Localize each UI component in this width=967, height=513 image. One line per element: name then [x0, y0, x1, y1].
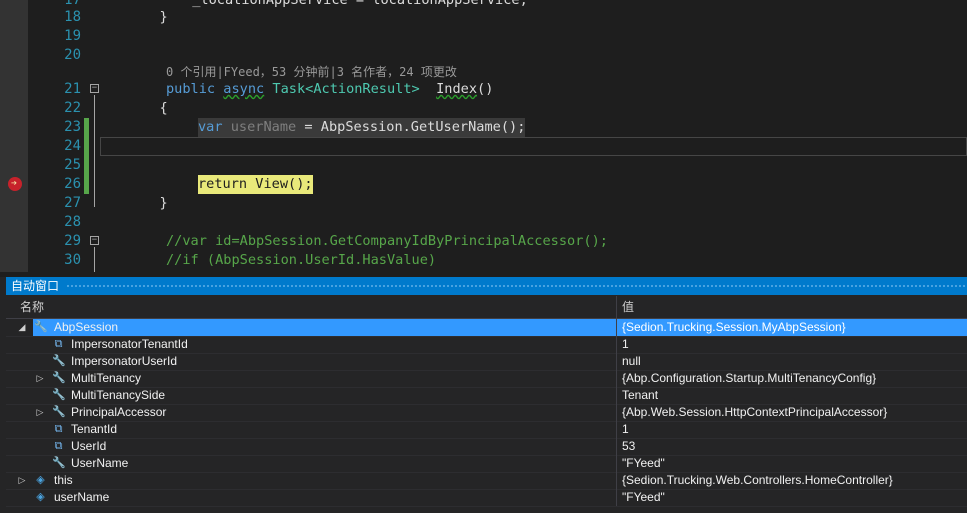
line-number: 29 [64, 233, 81, 249]
wrench-icon: 🔧 [52, 355, 66, 367]
line-number: 26 [64, 176, 81, 192]
current-line-highlight [100, 137, 967, 156]
line-number: 19 [64, 28, 81, 44]
wrench-icon: 🔧 [34, 321, 48, 333]
code-line[interactable]: } [94, 194, 167, 213]
property-icon: ⧉ [54, 423, 63, 435]
collapse-triangle-icon[interactable]: ◢ [17, 319, 27, 336]
variable-name: userName [54, 490, 110, 504]
variable-name: AbpSession [54, 320, 119, 334]
table-row[interactable]: 🔧 ImpersonatorUserId null [6, 353, 967, 371]
line-number: 30 [64, 252, 81, 268]
collapse-icon[interactable]: − [90, 84, 99, 93]
variable-value[interactable]: {Sedion.Trucking.Web.Controllers.HomeCon… [617, 472, 967, 489]
expand-triangle-icon[interactable]: ▷ [35, 370, 45, 387]
variable-value[interactable]: "FYeed" [617, 489, 967, 506]
local-variable-icon: ◈ [36, 491, 45, 503]
variable-value[interactable]: {Sedion.Trucking.Session.MyAbpSession} [617, 319, 967, 336]
column-header-name[interactable]: 名称 [20, 296, 44, 318]
table-row[interactable]: ◢ 🔧 AbpSession {Sedion.Trucking.Session.… [6, 319, 967, 337]
variable-value[interactable]: 1 [617, 336, 967, 353]
autos-column-header: 名称 值 [6, 296, 967, 319]
table-row[interactable]: 🔧 MultiTenancySide Tenant [6, 387, 967, 405]
wrench-icon: 🔧 [52, 372, 66, 384]
table-row[interactable]: ◈ userName "FYeed" [6, 489, 967, 507]
line-number: 24 [64, 138, 81, 154]
line-number: 28 [64, 214, 81, 230]
variable-value[interactable]: {Abp.Web.Session.HttpContextPrincipalAcc… [617, 404, 967, 421]
table-row[interactable]: ⧉ ImpersonatorTenantId 1 [6, 336, 967, 354]
autos-window[interactable]: 自动窗口 名称 值 ◢ 🔧 AbpSession {Sedion.Truckin… [0, 277, 967, 513]
column-divider[interactable] [616, 296, 617, 318]
expand-triangle-icon[interactable]: ▷ [17, 472, 27, 489]
line-number: 21 [64, 81, 81, 97]
variable-name: ImpersonatorUserId [71, 354, 178, 368]
variable-name: MultiTenancy [71, 371, 142, 385]
table-row[interactable]: ▷ 🔧 MultiTenancy {Abp.Configuration.Star… [6, 370, 967, 388]
variable-name: UserId [71, 439, 107, 453]
table-row[interactable]: ⧉ TenantId 1 [6, 421, 967, 439]
breakpoint-current-statement-icon[interactable]: ➔ [8, 177, 22, 191]
variable-name: UserName [71, 456, 129, 470]
autos-title: 自动窗口 [11, 279, 60, 293]
code-line[interactable]: var userName = AbpSession.GetUserName(); [198, 118, 526, 137]
variable-value[interactable]: 53 [617, 438, 967, 455]
variable-value[interactable]: Tenant [617, 387, 967, 404]
variable-name: MultiTenancySide [71, 388, 166, 402]
variable-name: PrincipalAccessor [71, 405, 167, 419]
wrench-icon: 🔧 [52, 389, 66, 401]
variable-value[interactable]: "FYeed" [617, 455, 967, 472]
variable-name: ImpersonatorTenantId [71, 337, 188, 351]
code-comment[interactable]: //if (AbpSession.UserId.HasValue) [166, 251, 436, 270]
table-row[interactable]: ▷ ◈ this {Sedion.Trucking.Web.Controller… [6, 472, 967, 490]
title-grip[interactable] [66, 284, 967, 289]
property-icon: ⧉ [54, 338, 63, 350]
code-editor[interactable]: 17 _locationAppService = locationAppServ… [0, 0, 967, 272]
column-header-value[interactable]: 值 [622, 296, 634, 318]
autos-title-bar[interactable]: 自动窗口 [6, 277, 967, 295]
line-number: 22 [64, 100, 81, 116]
line-number: 25 [64, 157, 81, 173]
wrench-icon: 🔧 [52, 406, 66, 418]
table-row[interactable]: 🔧 UserName "FYeed" [6, 455, 967, 473]
code-line[interactable]: } [94, 8, 167, 27]
property-icon: ⧉ [54, 440, 63, 452]
variable-value[interactable]: {Abp.Configuration.Startup.MultiTenancyC… [617, 370, 967, 387]
code-comment[interactable]: //var id=AbpSession.GetCompanyIdByPrinci… [166, 232, 608, 251]
table-row[interactable]: ⧉ UserId 53 [6, 438, 967, 456]
local-variable-icon: ◈ [36, 474, 45, 486]
code-line[interactable]: { [94, 99, 167, 118]
line-number: 18 [64, 9, 81, 25]
line-number: 27 [64, 195, 81, 211]
line-number: 23 [64, 119, 81, 135]
code-line[interactable]: public async Task<ActionResult> Index() [166, 80, 493, 99]
current-statement[interactable]: return View(); [198, 175, 313, 194]
expand-triangle-icon[interactable]: ▷ [35, 404, 45, 421]
variable-value[interactable]: 1 [617, 421, 967, 438]
variable-name: this [54, 473, 73, 487]
wrench-icon: 🔧 [52, 457, 66, 469]
table-row[interactable]: ▷ 🔧 PrincipalAccessor {Abp.Web.Session.H… [6, 404, 967, 422]
variable-value[interactable]: null [617, 353, 967, 370]
collapse-icon[interactable]: − [90, 236, 99, 245]
variable-name: TenantId [71, 422, 118, 436]
